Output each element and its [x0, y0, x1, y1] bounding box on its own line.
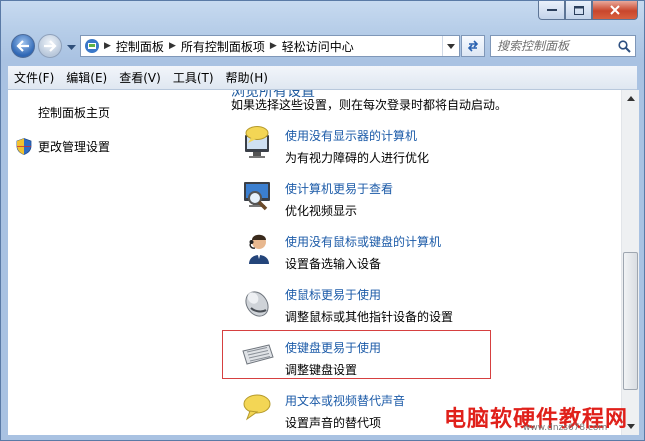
section-intro: 如果选择这些设置，则在每次登录时都将自动启动。 [231, 98, 508, 112]
task-desc: 设置备选输入设备 [285, 257, 382, 271]
back-arrow-icon [16, 40, 29, 52]
speech-bubble-icon [243, 394, 271, 421]
recent-pages-button[interactable] [67, 40, 76, 54]
menu-bar: 文件(F) 编辑(E) 查看(V) 工具(T) 帮助(H) [8, 66, 637, 90]
minimize-button[interactable] [538, 1, 565, 20]
task-desc: 为有视力障碍的人进行优化 [285, 151, 430, 165]
breadcrumb-separator[interactable]: ▶ [104, 41, 111, 51]
search-box[interactable] [490, 35, 636, 57]
breadcrumb-separator[interactable]: ▶ [270, 41, 277, 51]
sidebar-link-manage[interactable]: 更改管理设置 [16, 138, 110, 155]
forward-arrow-icon [44, 40, 57, 52]
chevron-up-icon [626, 96, 635, 101]
minimize-icon [546, 9, 557, 11]
breadcrumb-item[interactable]: 所有控制面板项 [181, 38, 265, 55]
menu-view[interactable]: 查看(V) [113, 69, 167, 86]
search-input[interactable] [491, 38, 613, 54]
refresh-icon [467, 40, 479, 52]
task-title[interactable]: 使用没有显示器的计算机 [285, 127, 417, 144]
maximize-icon [573, 5, 584, 15]
keyboard-icon [242, 344, 274, 365]
chevron-down-icon [447, 43, 455, 49]
maximize-button[interactable] [565, 1, 592, 20]
forward-button[interactable] [38, 34, 62, 58]
menu-help[interactable]: 帮助(H) [220, 69, 274, 86]
breadcrumb: ▶ 控制面板 ▶ 所有控制面板项 ▶ 轻松访问中心 [81, 38, 442, 55]
breadcrumb-item[interactable]: 轻松访问中心 [282, 38, 354, 55]
menu-edit[interactable]: 编辑(E) [60, 69, 113, 86]
speech-monitor-icon [245, 126, 269, 158]
sidebar: 控制面板主页 更改管理设置 [8, 90, 209, 435]
menu-file[interactable]: 文件(F) [8, 69, 60, 86]
navigation-bar: ▶ 控制面板 ▶ 所有控制面板项 ▶ 轻松访问中心 [9, 32, 636, 60]
breadcrumb-item[interactable]: 控制面板 [116, 38, 164, 55]
chevron-down-icon [67, 45, 76, 50]
close-icon [610, 5, 620, 15]
address-bar[interactable]: ▶ 控制面板 ▶ 所有控制面板项 ▶ 轻松访问中心 [80, 35, 460, 57]
back-button[interactable] [11, 34, 35, 58]
scrollbar-thumb[interactable] [623, 252, 638, 390]
task-title[interactable]: 使用没有鼠标或键盘的计算机 [285, 233, 441, 250]
address-dropdown-button[interactable] [442, 36, 459, 56]
shield-icon [16, 138, 32, 155]
mouse-icon [245, 291, 269, 317]
task-desc: 设置声音的替代项 [285, 416, 382, 430]
close-button[interactable] [592, 1, 638, 20]
sidebar-link-home[interactable]: 控制面板主页 [38, 104, 110, 121]
caption-buttons [538, 1, 638, 20]
menu-tools[interactable]: 工具(T) [167, 69, 220, 86]
control-panel-icon [85, 39, 99, 53]
breadcrumb-separator[interactable]: ▶ [169, 41, 176, 51]
task-desc: 调整鼠标或其他指针设备的设置 [285, 310, 454, 324]
refresh-button[interactable] [461, 35, 485, 57]
task-desc: 优化视频显示 [285, 204, 358, 218]
content-panel: 浏览所有设置 如果选择这些设置，则在每次登录时都将自动启动。 使用没有显示器的计… [209, 90, 621, 435]
task-title[interactable]: 使键盘更易于使用 [285, 339, 381, 356]
scroll-up-button[interactable] [622, 90, 639, 107]
user-headset-icon [249, 234, 269, 264]
task-title[interactable]: 用文本或视频替代声音 [285, 392, 405, 409]
watermark-url: www.dnzs678.com [523, 423, 608, 433]
task-desc: 调整键盘设置 [285, 363, 358, 377]
explorer-window: ▶ 控制面板 ▶ 所有控制面板项 ▶ 轻松访问中心 文件(F) 编辑(E) 查看… [0, 0, 645, 441]
task-title[interactable]: 使鼠标更易于使用 [285, 286, 381, 303]
task-title[interactable]: 使计算机更易于查看 [285, 180, 393, 197]
search-icon[interactable] [613, 39, 635, 53]
vertical-scrollbar[interactable] [621, 90, 639, 435]
magnifier-monitor-icon [244, 182, 270, 211]
sidebar-link-label: 更改管理设置 [38, 140, 111, 154]
